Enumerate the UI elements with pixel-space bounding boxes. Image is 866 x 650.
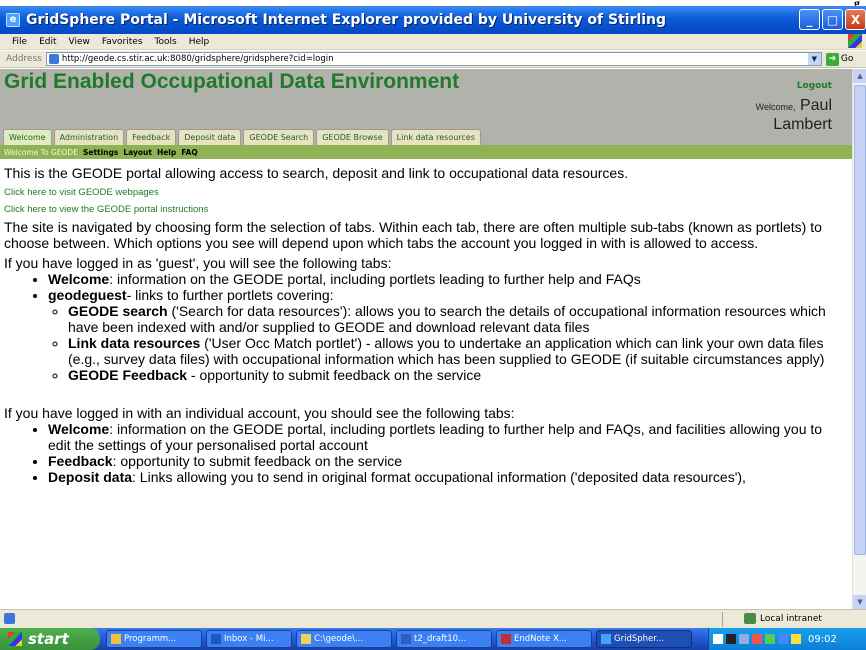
menu-file[interactable]: File [12,37,27,47]
status-page-icon [4,613,15,624]
tab-administration[interactable]: Administration [53,129,125,145]
tab-geode-search[interactable]: GEODE Search [243,129,315,145]
navigation-paragraph: The site is navigated by choosing form t… [4,219,822,251]
portal-heading: Grid Enabled Occupational Data Environme… [4,70,460,93]
outlook-icon [211,634,221,644]
taskbar-item[interactable]: t2_draft10... [396,630,492,648]
list-item: GEODE search ('Search for data resources… [68,303,848,335]
subnav-faq[interactable]: FAQ [181,148,197,157]
guest-portlet-list: GEODE search ('Search for data resources… [68,303,848,383]
menu-edit[interactable]: Edit [39,37,56,47]
status-bar: Local intranet [0,609,866,628]
taskbar-item-active[interactable]: GridSpher... [596,630,692,648]
start-label: start [28,630,69,648]
taskbar-item[interactable]: Programm... [106,630,202,648]
menu-favorites[interactable]: Favorites [102,37,143,47]
system-tray: 09:02 [708,628,866,650]
portal-banner: Grid Enabled Occupational Data Environme… [0,69,852,145]
tab-welcome[interactable]: Welcome [3,129,52,145]
tab-feedback[interactable]: Feedback [126,129,177,145]
tray-icon[interactable] [791,634,801,644]
individual-tab-list: Welcome: information on the GEODE portal… [48,421,848,485]
clock: 09:02 [808,633,837,645]
start-button[interactable]: start [0,628,100,650]
vertical-scrollbar[interactable]: ▲ ▼ [852,69,866,609]
list-item: GEODE Feedback - opportunity to submit f… [68,367,848,383]
subnav-layout[interactable]: Layout [123,148,152,157]
list-item: Link data resources ('User Occ Match por… [68,335,848,367]
tray-icon[interactable] [739,634,749,644]
page-viewport: Grid Enabled Occupational Data Environme… [0,69,852,609]
go-arrow-icon: ➔ [825,52,839,66]
program-icon [111,634,121,644]
individual-intro: If you have logged in with an individual… [4,405,515,421]
subnav-help[interactable]: Help [157,148,176,157]
maximize-button[interactable]: □ [822,9,843,30]
list-item: Welcome: information on the GEODE portal… [48,421,848,453]
taskbar-item[interactable]: C:\geode\... [296,630,392,648]
window-controls: _ □ X [799,9,866,30]
menu-help[interactable]: Help [189,37,210,47]
taskbar: start Programm... Inbox - Mi... C:\geode… [0,628,866,650]
menu-bar: File Edit View Favorites Tools Help [0,34,866,50]
address-url: http://geode.cs.stir.ac.uk:8080/gridsphe… [61,54,334,64]
user-first-name: Paul [799,97,832,114]
tray-icon[interactable] [752,634,762,644]
address-label: Address [6,54,42,64]
status-divider [722,612,723,627]
tray-icon[interactable] [778,634,788,644]
windows-logo-icon [848,34,862,48]
minimize-button[interactable]: _ [799,9,820,30]
scroll-down-icon[interactable]: ▼ [853,595,866,609]
page-icon [48,54,59,64]
scroll-up-icon[interactable]: ▲ [853,69,866,83]
address-bar: Address http://geode.cs.stir.ac.uk:8080/… [0,51,866,68]
user-last-name: Lambert [773,116,832,133]
sub-navigation: Welcome To GEODE Settings Layout Help FA… [0,145,852,159]
list-item: geodeguest- links to further portlets co… [48,287,848,383]
close-button[interactable]: X [845,9,866,30]
intro-paragraph: This is the GEODE portal allowing access… [4,165,629,181]
window-title: GridSphere Portal - Microsoft Internet E… [26,12,667,28]
subnav-current: Welcome To GEODE [4,147,78,157]
list-item: Feedback: opportunity to submit feedback… [48,453,848,469]
tray-icon[interactable] [726,634,736,644]
go-label: Go [840,54,854,64]
taskbar-item[interactable]: Inbox - Mi... [206,630,292,648]
main-content: This is the GEODE portal allowing access… [0,159,852,485]
welcome-label: Welcome, [755,102,796,112]
word-doc-icon [401,634,411,644]
intranet-icon [744,613,756,624]
scroll-thumb[interactable] [854,85,866,555]
tab-geode-browse[interactable]: GEODE Browse [316,129,389,145]
ie-app-icon: e [6,13,20,27]
subnav-settings[interactable]: Settings [83,148,118,157]
list-item: Deposit data: Links allowing you to send… [48,469,848,485]
welcome-user: Welcome, Paul Lambert [756,97,832,134]
tray-icon[interactable] [713,634,723,644]
guest-intro: If you have logged in as 'guest', you wi… [4,255,392,271]
tab-link-data-resources[interactable]: Link data resources [390,129,481,145]
zone-label: Local intranet [760,614,822,624]
menu-tools[interactable]: Tools [155,37,177,47]
portal-tabs: Welcome Administration Feedback Deposit … [3,129,481,145]
folder-icon [301,634,311,644]
geode-webpages-link[interactable]: Click here to visit GEODE webpages [4,187,848,198]
tab-deposit-data[interactable]: Deposit data [178,129,242,145]
list-item: Welcome: information on the GEODE portal… [48,271,848,287]
tray-icon[interactable] [765,634,775,644]
ie-icon [601,634,611,644]
endnote-icon [501,634,511,644]
portal-instructions-link[interactable]: Click here to view the GEODE portal inst… [4,204,848,215]
logout-link[interactable]: Logout [797,81,832,91]
address-input[interactable]: http://geode.cs.stir.ac.uk:8080/gridsphe… [45,52,822,66]
menu-view[interactable]: View [69,37,90,47]
windows-flag-icon [8,632,22,646]
go-button[interactable]: ➔ Go [825,52,854,66]
chevron-down-icon[interactable]: ▼ [807,53,821,65]
title-bar[interactable]: e GridSphere Portal - Microsoft Internet… [0,6,866,34]
taskbar-item[interactable]: EndNote X... [496,630,592,648]
guest-tab-list: Welcome: information on the GEODE portal… [48,271,848,383]
